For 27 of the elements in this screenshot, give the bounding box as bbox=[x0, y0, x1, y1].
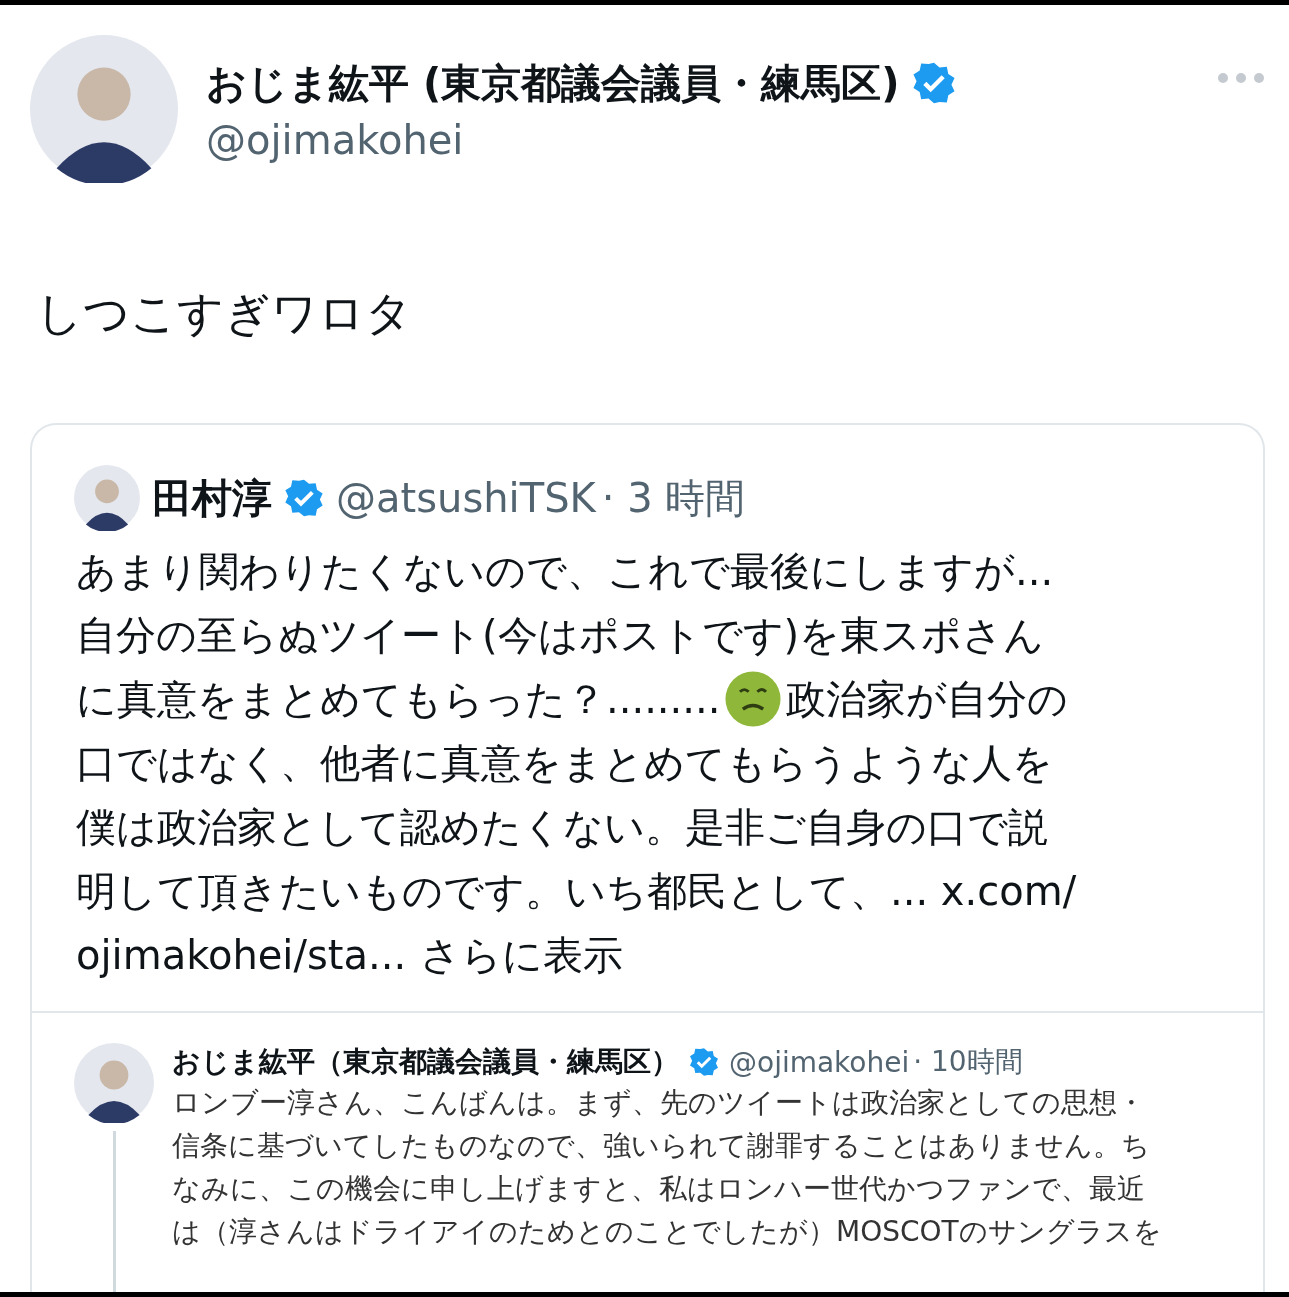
nested-time: · 10時間 bbox=[913, 1044, 1023, 1080]
avatar-icon[interactable] bbox=[30, 35, 178, 183]
quote-text: 政治家が自分の bbox=[786, 675, 1069, 724]
post-text: しつこすぎワロタ bbox=[36, 285, 413, 342]
author-handle[interactable]: @ojimakohei bbox=[206, 116, 1189, 163]
quote-text: 口ではなく、他者に真意をまとめてもらうような人を bbox=[76, 739, 1053, 788]
quote-text: ojimakohei/sta... bbox=[76, 931, 407, 980]
author-name[interactable]: おじま紘平 (東京都議会議員・練馬区) bbox=[206, 55, 900, 111]
avatar-icon[interactable] bbox=[74, 465, 140, 531]
quote-text: 僕は政治家として認めたくない。是非ご自身の口で説 bbox=[76, 803, 1048, 852]
nested-author-handle[interactable]: @ojimakohei bbox=[729, 1045, 910, 1079]
quote-time: · 3 時間 bbox=[601, 473, 746, 523]
avatar-icon[interactable] bbox=[74, 1043, 154, 1123]
sick-face-icon bbox=[724, 670, 783, 728]
nested-text: なみに、この機会に申し上げますと、私はロンハー世代かつファンで、最近 bbox=[172, 1171, 1146, 1207]
quote-author-name[interactable]: 田村淳 bbox=[152, 470, 272, 526]
quote-text: あまり関わりたくないので、これで最後にしますが... bbox=[76, 547, 1054, 596]
nested-text: は（淳さんはドライアイのためとのことでしたが）MOSCOTのサングラスを bbox=[172, 1214, 1162, 1250]
quote-text: 明して頂きたいものです。いち都民として、... x.com/ bbox=[76, 867, 1077, 916]
nested-author-name[interactable]: おじま紘平（東京都議会議員・練馬区） bbox=[172, 1043, 679, 1081]
quote-text: さらに表示 bbox=[420, 931, 624, 980]
quote-author-handle[interactable]: @atsushiTSK bbox=[336, 475, 596, 521]
nested-text: 信条に基づいてしたものなので、強いられて謝罪することはありません。ち bbox=[172, 1128, 1151, 1164]
quote-text: 自分の至らぬツイート(今はポストです)を東スポさん bbox=[76, 611, 1045, 660]
quote-card[interactable] bbox=[30, 423, 1265, 1292]
nested-text: ロンブー淳さん、こんばんは。まず、先のツイートは政治家としての思想・ bbox=[172, 1085, 1146, 1121]
quote-text: に真意をまとめてもらった？......... bbox=[76, 675, 721, 724]
